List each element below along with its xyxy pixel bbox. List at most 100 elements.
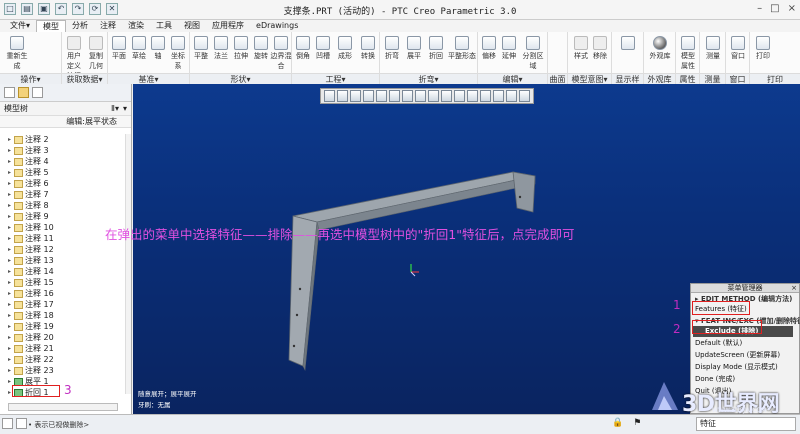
print-button[interactable]: 打印 (752, 36, 774, 61)
point-display-icon[interactable] (428, 90, 439, 102)
group-label-surface[interactable]: 曲面▾ (548, 73, 567, 95)
style-button[interactable]: 样式 (572, 36, 590, 61)
tree-item[interactable]: ▸ 注释 19 (8, 321, 54, 332)
tree-item[interactable]: ▸ 注释 7 (8, 189, 49, 200)
tree-item[interactable]: ▸ 注释 11 (8, 233, 54, 244)
datum-display-icon[interactable] (415, 90, 426, 102)
convert-button[interactable]: 转换 (358, 36, 378, 61)
tree-horizontal-scrollbar[interactable] (8, 403, 118, 411)
tab-4[interactable]: 渲染 (122, 20, 150, 32)
csys-display-icon[interactable] (441, 90, 452, 102)
group-label-get-data[interactable]: 获取数据▾ (62, 73, 107, 84)
zoom-in-icon[interactable] (337, 90, 348, 102)
maximize-button[interactable]: □ (770, 3, 779, 14)
tree-item[interactable]: ▸ 注释 18 (8, 310, 54, 321)
lock-icon[interactable]: 🔒 (612, 418, 623, 428)
rotate-button[interactable]: 旋转 (252, 36, 270, 61)
repaint-icon[interactable] (363, 90, 374, 102)
bend-button[interactable]: 折弯 (382, 36, 402, 61)
regenerate-button[interactable]: 重新生成 (4, 36, 30, 71)
csys-button[interactable]: 坐标系 (168, 36, 188, 71)
layers-icon[interactable] (506, 90, 517, 102)
display-style-button[interactable] (620, 36, 636, 51)
saved-orient-icon[interactable] (389, 90, 400, 102)
sections-icon[interactable] (519, 90, 530, 102)
menu-item[interactable]: Display Mode (显示模式) (695, 362, 778, 372)
tree-item[interactable]: ▸ 注释 23 (8, 365, 54, 376)
tree-item[interactable]: ▸ 注释 16 (8, 288, 54, 299)
perspective-icon[interactable] (493, 90, 504, 102)
tree-item[interactable]: ▸ 注释 8 (8, 200, 49, 211)
copy-geometry-button[interactable]: 复制几何 (86, 36, 106, 71)
menu-item[interactable]: Default (默认) (695, 338, 742, 348)
zoom-out-icon[interactable] (350, 90, 361, 102)
display-style-icon[interactable] (376, 90, 387, 102)
window-button[interactable]: 窗口 (728, 36, 748, 61)
group-label-model-intent[interactable]: 模型意图▾ (568, 73, 611, 84)
sketch-view-icon[interactable] (480, 90, 491, 102)
tree-item[interactable]: ▸ 注释 17 (8, 299, 54, 310)
model-properties-button[interactable]: 模型属性 (678, 36, 698, 71)
plane-button[interactable]: 平面 (110, 36, 128, 61)
chamfer-button[interactable]: 倒角 (294, 36, 312, 61)
axis-button[interactable]: 轴 (150, 36, 166, 61)
close-button[interactable]: × (788, 3, 796, 14)
tree-item[interactable]: ▸ 注释 9 (8, 211, 49, 222)
separate-button[interactable]: 分割区域 (520, 36, 546, 71)
tab-8[interactable]: eDrawings (250, 20, 304, 32)
tree-settings-button[interactable]: Ⅱ▾ (111, 104, 119, 113)
panel-toggle-icon[interactable] (16, 418, 27, 429)
tree-item[interactable]: ▸ 注释 22 (8, 354, 54, 365)
tree-show-button[interactable]: ▾ (123, 104, 127, 113)
tab-6[interactable]: 视图 (178, 20, 206, 32)
offset-button[interactable]: 偏移 (480, 36, 498, 61)
group-label-shapes[interactable]: 形状▾ (190, 73, 291, 84)
tree-item[interactable]: ▸ 注释 15 (8, 277, 54, 288)
tree-item[interactable]: ▸ 注释 3 (8, 145, 49, 156)
bend-back-button[interactable]: 折回 (426, 36, 446, 61)
group-label-engineering[interactable]: 工程▾ (292, 73, 379, 84)
minimize-button[interactable]: – (757, 3, 762, 14)
tab-1[interactable]: 模型 (36, 20, 67, 32)
group-label-edit[interactable]: 编辑▾ (478, 73, 547, 84)
tree-item[interactable]: ▸ 注释 13 (8, 255, 54, 266)
tree-item[interactable]: ▸ 注释 14 (8, 266, 54, 277)
group-label-datum[interactable]: 基准▾ (108, 73, 189, 84)
tree-item[interactable]: ▸ 注释 21 (8, 343, 54, 354)
tree-item[interactable]: ▸ 注释 12 (8, 244, 54, 255)
tab-7[interactable]: 应用程序 (206, 20, 250, 32)
tab-3[interactable]: 注释 (94, 20, 122, 32)
remove-button[interactable]: 移除 (590, 36, 610, 61)
tree-item[interactable]: ▸ 注释 5 (8, 167, 49, 178)
spin-center-icon[interactable] (467, 90, 478, 102)
tab-0[interactable]: 文件▾ (4, 20, 36, 32)
selection-filter[interactable]: 特征 (696, 417, 796, 431)
tree-item[interactable]: ▸ 注释 2 (8, 134, 49, 145)
appearance-library-button[interactable]: 外观库 (646, 36, 674, 61)
layout-icon[interactable] (2, 418, 13, 429)
close-icon[interactable]: × (791, 284, 797, 293)
flat-button[interactable]: 平整 (192, 36, 210, 61)
view-manager-icon[interactable] (402, 90, 413, 102)
refit-icon[interactable] (324, 90, 335, 102)
flat-pattern-button[interactable]: 平整形态 (448, 36, 476, 61)
measure-button[interactable]: 测量 (702, 36, 724, 61)
tab-2[interactable]: 分析 (66, 20, 94, 32)
tree-vertical-scrollbar[interactable] (125, 134, 131, 394)
unbend-button[interactable]: 展平 (404, 36, 424, 61)
flange-button[interactable]: 法兰 (212, 36, 230, 61)
favorites-icon[interactable] (32, 87, 43, 98)
form-button[interactable]: 成形 (334, 36, 356, 61)
punch-button[interactable]: 凹槽 (314, 36, 332, 61)
extrude-button[interactable]: 拉伸 (232, 36, 250, 61)
group-label-operations[interactable]: 操作▾ (0, 73, 61, 84)
model-tree-tab-icon[interactable] (4, 87, 15, 98)
folder-browser-icon[interactable] (18, 87, 29, 98)
boundary-blend-button[interactable]: 边界混合 (270, 36, 292, 71)
menu-item[interactable]: UpdateScreen (更新屏幕) (695, 350, 780, 360)
group-label-bend[interactable]: 折弯▾ (380, 73, 477, 84)
sketch-button[interactable]: 草绘 (130, 36, 148, 61)
tree-item[interactable]: ▸ 注释 4 (8, 156, 49, 167)
annotation-display-icon[interactable] (454, 90, 465, 102)
tree-item[interactable]: ▸ 注释 20 (8, 332, 54, 343)
